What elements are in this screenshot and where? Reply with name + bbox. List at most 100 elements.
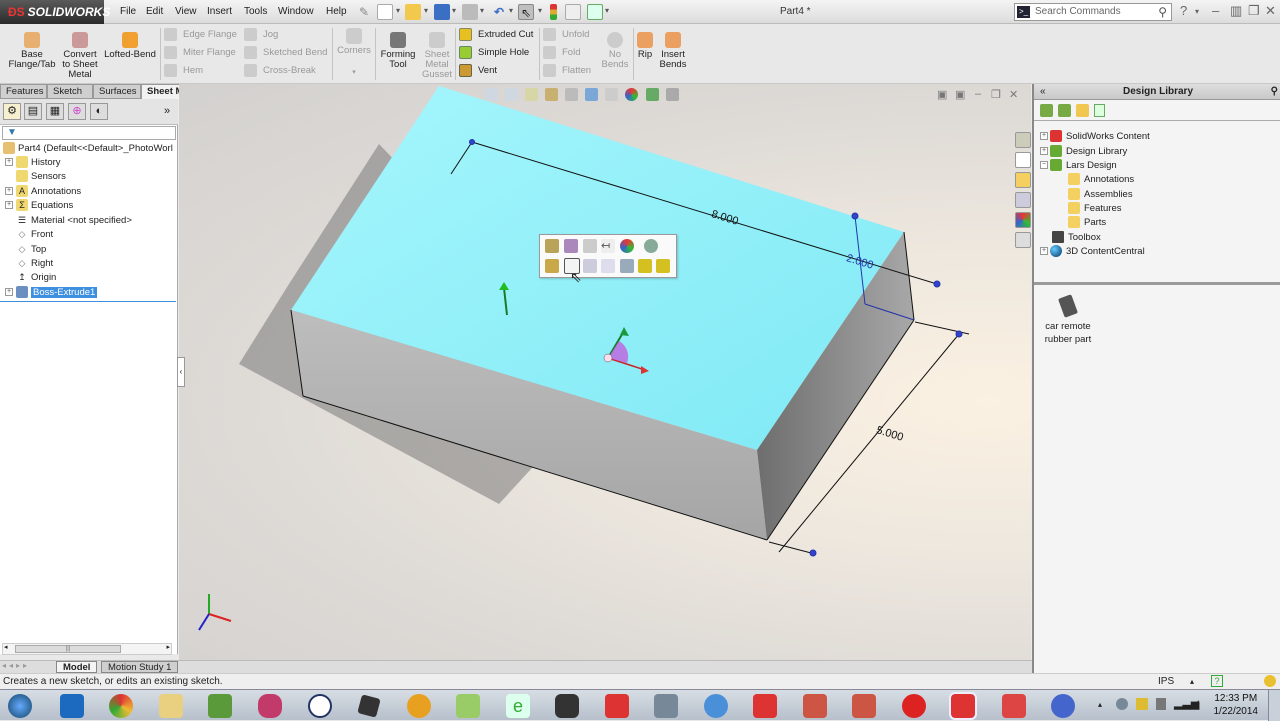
- edrawings-icon[interactable]: e: [506, 694, 530, 718]
- lock-app-icon[interactable]: [308, 694, 332, 718]
- options-dropdown-icon[interactable]: ▾: [605, 6, 609, 15]
- solidworks-icon[interactable]: [605, 694, 629, 718]
- open-icon[interactable]: [405, 4, 421, 20]
- search-commands-input[interactable]: >_ Search Commands ⚲: [1014, 3, 1172, 21]
- tab-motion-study[interactable]: Motion Study 1: [101, 661, 179, 673]
- undo-icon[interactable]: ↶: [491, 4, 507, 20]
- file-explorer-icon[interactable]: [159, 694, 183, 718]
- tree-item-annotations[interactable]: + A Annotations: [5, 185, 81, 199]
- pin-icon[interactable]: ✎: [356, 4, 372, 20]
- display-manager-tab-icon[interactable]: ◐: [90, 103, 108, 120]
- dimension-handle[interactable]: [955, 330, 963, 338]
- hide-icon[interactable]: [644, 239, 658, 253]
- show-desktop-button[interactable]: [1268, 690, 1280, 721]
- new-document-icon[interactable]: [377, 4, 393, 20]
- horizontal-scrollbar[interactable]: ◂ ||| ▸: [2, 643, 172, 655]
- visio-app-icon[interactable]: [456, 694, 480, 718]
- edge-flange-button[interactable]: Edge Flange: [164, 26, 237, 44]
- corners-dropdown-icon[interactable]: ▾: [336, 68, 372, 78]
- unit-system[interactable]: IPS: [1158, 674, 1174, 689]
- pin-panel-icon[interactable]: ⚲: [1271, 84, 1278, 100]
- tab-features[interactable]: Features: [0, 84, 47, 99]
- dimension-handle[interactable]: [851, 212, 859, 220]
- lofted-bend-button[interactable]: Lofted-Bend: [102, 32, 158, 60]
- appearances-tab-icon[interactable]: [1015, 212, 1031, 228]
- chrome-icon[interactable]: [109, 694, 133, 718]
- viewport-restore[interactable]: ❐: [991, 88, 1001, 101]
- edit-appearance-icon[interactable]: [625, 88, 639, 101]
- add-file-location-icon[interactable]: [1058, 104, 1071, 117]
- sketched-bend-button[interactable]: Sketched Bend: [244, 44, 327, 62]
- show-hidden-icons[interactable]: ▴: [1098, 700, 1102, 709]
- sync-app-icon[interactable]: [704, 694, 728, 718]
- panel-divider[interactable]: [1034, 282, 1280, 285]
- tree-filter-input[interactable]: ▼: [2, 126, 176, 140]
- open-dropdown-icon[interactable]: ▾: [424, 6, 428, 15]
- insert-bends-button[interactable]: Insert Bends: [656, 32, 690, 70]
- library-item-solidworks-content[interactable]: + SolidWorks Content: [1040, 130, 1150, 144]
- scrollbar-thumb[interactable]: |||: [15, 645, 121, 653]
- library-item-toolbox[interactable]: Toolbox: [1052, 231, 1101, 245]
- solidworks-active-icon[interactable]: [949, 692, 977, 720]
- hem-button[interactable]: Hem: [164, 62, 237, 80]
- isolate-icon[interactable]: [656, 259, 670, 273]
- tree-item-top-plane[interactable]: ◇ Top: [16, 243, 47, 257]
- expand-icon[interactable]: +: [5, 288, 13, 297]
- units-dropdown-icon[interactable]: ▴: [1190, 674, 1194, 689]
- hide-body-icon[interactable]: [638, 259, 652, 273]
- edit-feature-icon[interactable]: [545, 239, 559, 253]
- snowflake-app-icon[interactable]: [1051, 694, 1075, 718]
- rollback-icon[interactable]: [583, 239, 597, 253]
- tree-item-history[interactable]: + History: [5, 156, 61, 170]
- unfold-button[interactable]: Unfold: [543, 26, 591, 44]
- refresh-icon[interactable]: [1094, 104, 1105, 117]
- tree-item-sensors[interactable]: Sensors: [16, 170, 66, 184]
- edit-sketch-icon[interactable]: [564, 239, 578, 253]
- view-settings-icon[interactable]: [665, 88, 679, 101]
- solidworks-2-icon[interactable]: [753, 694, 777, 718]
- start-button[interactable]: [8, 694, 32, 718]
- normal-to-icon[interactable]: [620, 259, 634, 273]
- solidworks-resources-tab-icon[interactable]: [1015, 132, 1031, 148]
- vent-button[interactable]: Vent: [459, 62, 533, 80]
- search-icon[interactable]: ⚲: [1158, 4, 1167, 20]
- print-dropdown-icon[interactable]: ▾: [480, 6, 484, 15]
- tree-item-equations[interactable]: + Σ Equations: [5, 199, 73, 213]
- action-center-icon[interactable]: [1136, 698, 1148, 710]
- tab-sketch[interactable]: Sketch: [47, 84, 93, 99]
- library-item-3d-contentcentral[interactable]: +3D ContentCentral: [1040, 245, 1145, 259]
- collapse-icon[interactable]: −: [1040, 161, 1048, 170]
- view-normal-icon[interactable]: [583, 259, 597, 273]
- tab-scroll-arrows[interactable]: ◂◂▸▸: [2, 661, 30, 670]
- library-folder-assemblies[interactable]: Assemblies: [1068, 188, 1133, 202]
- library-folder-parts[interactable]: Parts: [1068, 216, 1106, 230]
- solidworks-logo[interactable]: ƉS SOLIDWORKS: [0, 0, 110, 24]
- tomato-app-icon[interactable]: [902, 694, 926, 718]
- new-dropdown-icon[interactable]: ▾: [396, 6, 400, 15]
- tree-item-origin[interactable]: ↥ Origin: [16, 271, 56, 285]
- library-preview-item[interactable]: car remote rubber part: [1038, 294, 1098, 346]
- base-flange-button[interactable]: Base Flange/Tab: [6, 32, 58, 70]
- rip-button[interactable]: Rip: [636, 32, 654, 60]
- minimize-button[interactable]: –: [1212, 3, 1219, 18]
- convert-sheet-metal-button[interactable]: Convert to Sheet Metal: [58, 32, 102, 80]
- jog-button[interactable]: Jog: [244, 26, 327, 44]
- dimension-handle[interactable]: [809, 549, 817, 557]
- file-properties-icon[interactable]: [565, 4, 581, 20]
- corners-button[interactable]: Corners ▾: [336, 28, 372, 78]
- section-view-icon[interactable]: [545, 88, 559, 101]
- scroll-left-icon[interactable]: ◂: [4, 643, 8, 651]
- tree-item-boss-extrude1[interactable]: + Boss-Extrude1: [5, 286, 98, 300]
- user-app-icon[interactable]: [654, 694, 678, 718]
- tree-root-part[interactable]: Part4 (Default<<Default>_PhotoWorl: [3, 142, 173, 156]
- apply-scene-icon[interactable]: [645, 88, 659, 101]
- viewport-tile-vertical[interactable]: ▣: [955, 88, 965, 101]
- outlook-icon[interactable]: [60, 694, 84, 718]
- menu-edit[interactable]: Edit: [146, 0, 163, 24]
- tree-item-front-plane[interactable]: ◇ Front: [16, 228, 54, 242]
- print-icon[interactable]: [462, 4, 478, 20]
- menu-window[interactable]: Window: [278, 0, 314, 24]
- appearance-icon[interactable]: [620, 239, 634, 253]
- fold-button[interactable]: Fold: [543, 44, 591, 62]
- tree-item-right-plane[interactable]: ◇ Right: [16, 257, 54, 271]
